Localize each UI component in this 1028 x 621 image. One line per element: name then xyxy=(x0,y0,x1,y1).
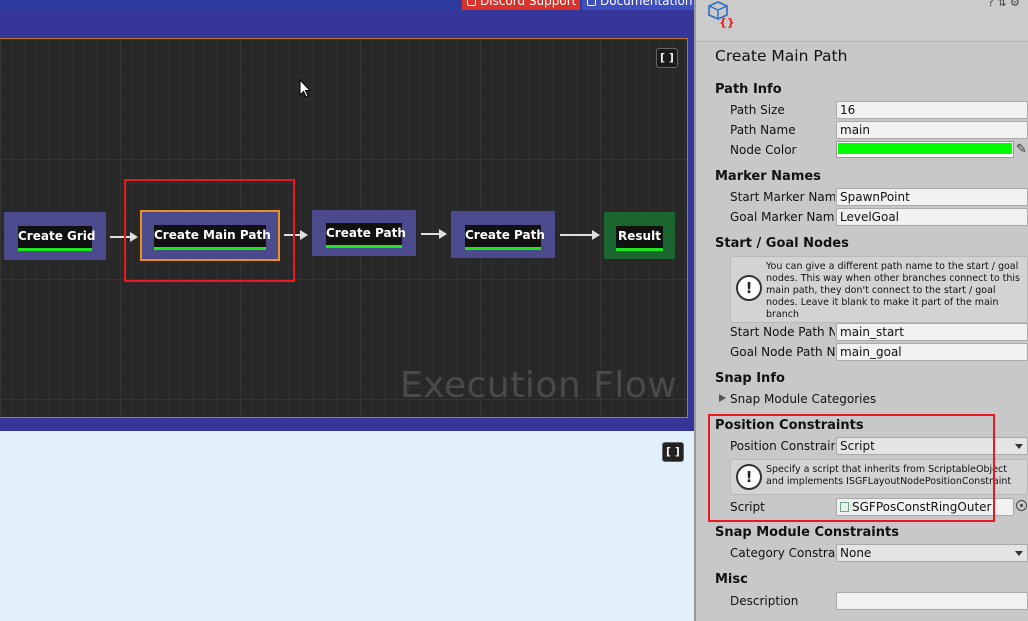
node-result[interactable]: Result xyxy=(604,212,675,259)
section-marker-names: Marker Names xyxy=(715,169,821,184)
script-asset-icon: {} xyxy=(708,1,734,28)
start-marker-name-field[interactable]: SpawnPoint xyxy=(836,188,1028,206)
help-box: ! You can give a different path name to … xyxy=(730,256,1028,323)
section-snap-info: Snap Info xyxy=(715,371,785,386)
path-size-field[interactable]: 16 xyxy=(836,101,1028,119)
book-icon xyxy=(587,0,596,6)
frame-icon: [ ] xyxy=(666,445,680,458)
node-color-label: Node Color xyxy=(730,143,797,157)
section-path-info: Path Info xyxy=(715,82,782,97)
svg-text:{}: {} xyxy=(719,16,734,28)
info-exclamation-icon: ! xyxy=(736,275,762,301)
section-start-goal-nodes: Start / Goal Nodes xyxy=(715,236,849,251)
editor-window: Discord Support Documentation Execution … xyxy=(0,0,1028,621)
graph-edge-arrow xyxy=(560,230,600,240)
category-constraints-label: Category Constraints xyxy=(730,546,835,560)
frame-all-button-lower[interactable]: [ ] xyxy=(662,442,684,462)
description-field[interactable] xyxy=(836,592,1028,610)
goal-node-path-name-label: Goal Node Path Name xyxy=(730,345,835,359)
node-color-swatch xyxy=(838,143,1012,154)
description-label: Description xyxy=(730,594,799,608)
node-create-grid[interactable]: Create Grid xyxy=(4,212,106,260)
object-picker-icon[interactable] xyxy=(1016,500,1027,511)
section-misc: Misc xyxy=(715,572,748,587)
inspector-header-icons[interactable]: ? ⇅ ⚙ xyxy=(988,0,1020,9)
node-label: Result xyxy=(616,226,663,251)
path-name-field[interactable]: main xyxy=(836,121,1028,139)
start-node-path-name-label: Start Node Path Name xyxy=(730,325,835,339)
node-create-path[interactable]: Create Path xyxy=(451,211,555,258)
discord-support-label: Discord Support xyxy=(480,0,577,8)
chevron-down-icon xyxy=(1015,444,1023,449)
frame-icon: [ ] xyxy=(660,51,674,64)
inspector-title: Create Main Path xyxy=(715,47,848,65)
discord-icon xyxy=(467,0,476,6)
frame-all-button[interactable]: [ ] xyxy=(656,48,678,68)
node-label: Create Path xyxy=(326,223,406,248)
section-snap-module-constraints: Snap Module Constraints xyxy=(715,525,899,540)
discord-support-button[interactable]: Discord Support xyxy=(462,0,580,10)
node-create-path[interactable]: Create Path xyxy=(312,210,416,256)
node-label: Create Grid xyxy=(18,226,95,251)
path-name-label: Path Name xyxy=(730,123,796,137)
graph-edge-arrow xyxy=(421,229,447,239)
path-size-label: Path Size xyxy=(730,103,785,117)
documentation-button[interactable]: Documentation xyxy=(582,0,694,10)
inspector-header: {} ? ⇅ ⚙ xyxy=(696,0,1028,42)
start-marker-name-label: Start Marker Name xyxy=(730,190,835,204)
goal-marker-name-field[interactable]: LevelGoal xyxy=(836,208,1028,226)
inspector-panel: {} ? ⇅ ⚙ Create Main Path Path Info Path… xyxy=(696,0,1028,621)
documentation-label: Documentation xyxy=(600,0,693,8)
node-label: Create Path xyxy=(465,225,545,250)
dropdown-value: None xyxy=(840,546,872,560)
lower-preview-pane[interactable] xyxy=(0,431,694,621)
graph-watermark: Execution Flow xyxy=(400,365,678,406)
mouse-cursor-icon xyxy=(299,79,311,98)
graph-toolbar: Discord Support Documentation xyxy=(0,0,694,10)
annotation-highlight-box xyxy=(708,414,995,522)
foldout-arrow-icon[interactable] xyxy=(719,394,726,402)
category-constraints-dropdown[interactable]: None xyxy=(836,544,1028,562)
goal-marker-name-label: Goal Marker Name xyxy=(730,210,835,224)
chevron-down-icon xyxy=(1015,551,1023,556)
annotation-highlight-box xyxy=(124,179,295,282)
node-color-field[interactable] xyxy=(836,141,1014,158)
snap-module-categories-foldout[interactable]: Snap Module Categories xyxy=(730,392,890,406)
goal-node-path-name-field[interactable]: main_goal xyxy=(836,343,1028,361)
eyedropper-icon[interactable]: ✎ xyxy=(1016,142,1027,157)
node-color-alpha-bar xyxy=(838,154,1012,156)
start-node-path-name-field[interactable]: main_start xyxy=(836,323,1028,341)
help-text: You can give a different path name to th… xyxy=(766,261,1020,320)
